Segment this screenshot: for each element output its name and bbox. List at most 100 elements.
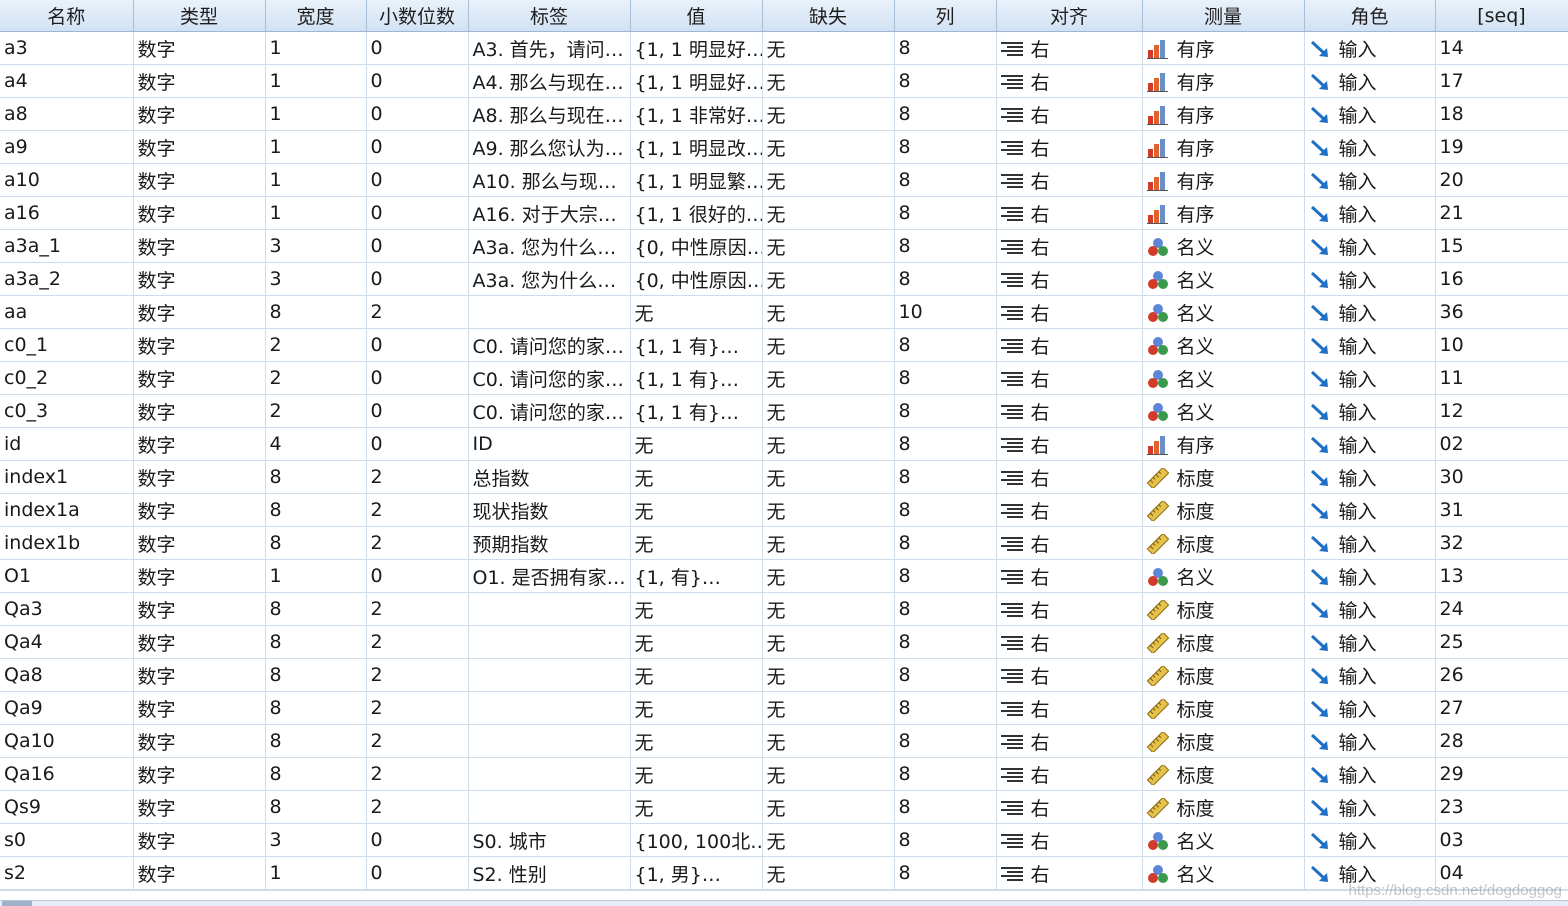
cell-width[interactable]: 8 bbox=[265, 526, 367, 560]
cell-measure[interactable]: 有序 bbox=[1142, 64, 1305, 98]
cell-name[interactable]: c0_2 bbox=[0, 361, 134, 395]
cell-name[interactable]: O1 bbox=[0, 559, 134, 593]
cell-decimals[interactable]: 2 bbox=[366, 460, 469, 494]
cell-align[interactable]: 右 bbox=[996, 328, 1143, 362]
cell-columns[interactable]: 8 bbox=[894, 559, 997, 593]
cell-role[interactable]: 输入 bbox=[1304, 460, 1436, 494]
cell-width[interactable]: 1 bbox=[265, 97, 367, 131]
cell-type[interactable]: 数字 bbox=[133, 493, 266, 527]
cell-name[interactable]: a8 bbox=[0, 97, 134, 131]
cell-values[interactable]: {100, 100北… bbox=[630, 823, 763, 857]
cell-columns[interactable]: 8 bbox=[894, 427, 997, 461]
cell-missing[interactable]: 无 bbox=[762, 97, 895, 131]
cell-label[interactable]: A3. 首先，请问… bbox=[468, 31, 631, 65]
cell-width[interactable]: 8 bbox=[265, 460, 367, 494]
cell-values[interactable]: 无 bbox=[630, 658, 763, 692]
cell-columns[interactable]: 8 bbox=[894, 658, 997, 692]
cell-type[interactable]: 数字 bbox=[133, 559, 266, 593]
cell-role[interactable]: 输入 bbox=[1304, 427, 1436, 461]
cell-decimals[interactable]: 0 bbox=[366, 559, 469, 593]
cell-label[interactable] bbox=[468, 295, 631, 329]
cell-measure[interactable]: 有序 bbox=[1142, 97, 1305, 131]
cell-width[interactable]: 8 bbox=[265, 691, 367, 725]
cell-width[interactable]: 3 bbox=[265, 262, 367, 296]
horizontal-scrollbar[interactable] bbox=[0, 900, 1568, 906]
cell-label[interactable] bbox=[468, 757, 631, 791]
cell-seq[interactable]: 25 bbox=[1435, 625, 1568, 659]
cell-decimals[interactable]: 0 bbox=[366, 856, 469, 890]
cell-seq[interactable]: 32 bbox=[1435, 526, 1568, 560]
cell-missing[interactable]: 无 bbox=[762, 262, 895, 296]
cell-label[interactable]: C0. 请问您的家… bbox=[468, 361, 631, 395]
cell-missing[interactable]: 无 bbox=[762, 823, 895, 857]
cell-decimals[interactable]: 2 bbox=[366, 526, 469, 560]
cell-measure[interactable]: 有序 bbox=[1142, 130, 1305, 164]
cell-missing[interactable]: 无 bbox=[762, 460, 895, 494]
cell-columns[interactable]: 8 bbox=[894, 229, 997, 263]
cell-align[interactable]: 右 bbox=[996, 658, 1143, 692]
cell-type[interactable]: 数字 bbox=[133, 64, 266, 98]
cell-values[interactable]: 无 bbox=[630, 427, 763, 461]
cell-role[interactable]: 输入 bbox=[1304, 97, 1436, 131]
cell-measure[interactable]: 有序 bbox=[1142, 163, 1305, 197]
cell-columns[interactable]: 8 bbox=[894, 856, 997, 890]
cell-values[interactable]: 无 bbox=[630, 625, 763, 659]
cell-name[interactable]: aa bbox=[0, 295, 134, 329]
cell-measure[interactable]: 名义 bbox=[1142, 295, 1305, 329]
cell-name[interactable]: index1a bbox=[0, 493, 134, 527]
cell-missing[interactable]: 无 bbox=[762, 757, 895, 791]
cell-missing[interactable]: 无 bbox=[762, 559, 895, 593]
column-header[interactable]: 列 bbox=[894, 0, 997, 32]
cell-align[interactable]: 右 bbox=[996, 856, 1143, 890]
cell-measure[interactable]: 名义 bbox=[1142, 229, 1305, 263]
cell-decimals[interactable]: 2 bbox=[366, 691, 469, 725]
cell-name[interactable]: Qa10 bbox=[0, 724, 134, 758]
cell-columns[interactable]: 8 bbox=[894, 823, 997, 857]
cell-measure[interactable]: 标度 bbox=[1142, 658, 1305, 692]
cell-missing[interactable]: 无 bbox=[762, 856, 895, 890]
cell-values[interactable]: {0, 中性原因… bbox=[630, 262, 763, 296]
cell-columns[interactable]: 8 bbox=[894, 526, 997, 560]
cell-width[interactable]: 2 bbox=[265, 394, 367, 428]
cell-seq[interactable]: 27 bbox=[1435, 691, 1568, 725]
cell-measure[interactable]: 标度 bbox=[1142, 691, 1305, 725]
cell-label[interactable]: ID bbox=[468, 427, 631, 461]
cell-values[interactable]: 无 bbox=[630, 724, 763, 758]
cell-values[interactable]: {1, 1 有}… bbox=[630, 328, 763, 362]
cell-values[interactable]: 无 bbox=[630, 493, 763, 527]
cell-seq[interactable]: 36 bbox=[1435, 295, 1568, 329]
cell-width[interactable]: 8 bbox=[265, 724, 367, 758]
cell-align[interactable]: 右 bbox=[996, 823, 1143, 857]
cell-columns[interactable]: 8 bbox=[894, 262, 997, 296]
cell-width[interactable]: 4 bbox=[265, 427, 367, 461]
cell-measure[interactable]: 名义 bbox=[1142, 559, 1305, 593]
cell-label[interactable]: A3a. 您为什么… bbox=[468, 262, 631, 296]
cell-decimals[interactable]: 2 bbox=[366, 757, 469, 791]
cell-type[interactable]: 数字 bbox=[133, 229, 266, 263]
cell-role[interactable]: 输入 bbox=[1304, 526, 1436, 560]
cell-measure[interactable]: 名义 bbox=[1142, 328, 1305, 362]
cell-seq[interactable]: 30 bbox=[1435, 460, 1568, 494]
cell-align[interactable]: 右 bbox=[996, 196, 1143, 230]
cell-align[interactable]: 右 bbox=[996, 64, 1143, 98]
cell-missing[interactable]: 无 bbox=[762, 790, 895, 824]
cell-role[interactable]: 输入 bbox=[1304, 691, 1436, 725]
cell-type[interactable]: 数字 bbox=[133, 163, 266, 197]
cell-width[interactable]: 1 bbox=[265, 31, 367, 65]
cell-type[interactable]: 数字 bbox=[133, 196, 266, 230]
cell-decimals[interactable]: 0 bbox=[366, 196, 469, 230]
cell-role[interactable]: 输入 bbox=[1304, 262, 1436, 296]
cell-seq[interactable]: 10 bbox=[1435, 328, 1568, 362]
cell-missing[interactable]: 无 bbox=[762, 658, 895, 692]
cell-align[interactable]: 右 bbox=[996, 394, 1143, 428]
cell-values[interactable]: 无 bbox=[630, 295, 763, 329]
cell-seq[interactable]: 16 bbox=[1435, 262, 1568, 296]
cell-role[interactable]: 输入 bbox=[1304, 328, 1436, 362]
cell-align[interactable]: 右 bbox=[996, 757, 1143, 791]
cell-decimals[interactable]: 2 bbox=[366, 724, 469, 758]
cell-width[interactable]: 1 bbox=[265, 130, 367, 164]
cell-name[interactable]: c0_1 bbox=[0, 328, 134, 362]
cell-role[interactable]: 输入 bbox=[1304, 757, 1436, 791]
column-header[interactable]: 标签 bbox=[468, 0, 631, 32]
cell-type[interactable]: 数字 bbox=[133, 790, 266, 824]
